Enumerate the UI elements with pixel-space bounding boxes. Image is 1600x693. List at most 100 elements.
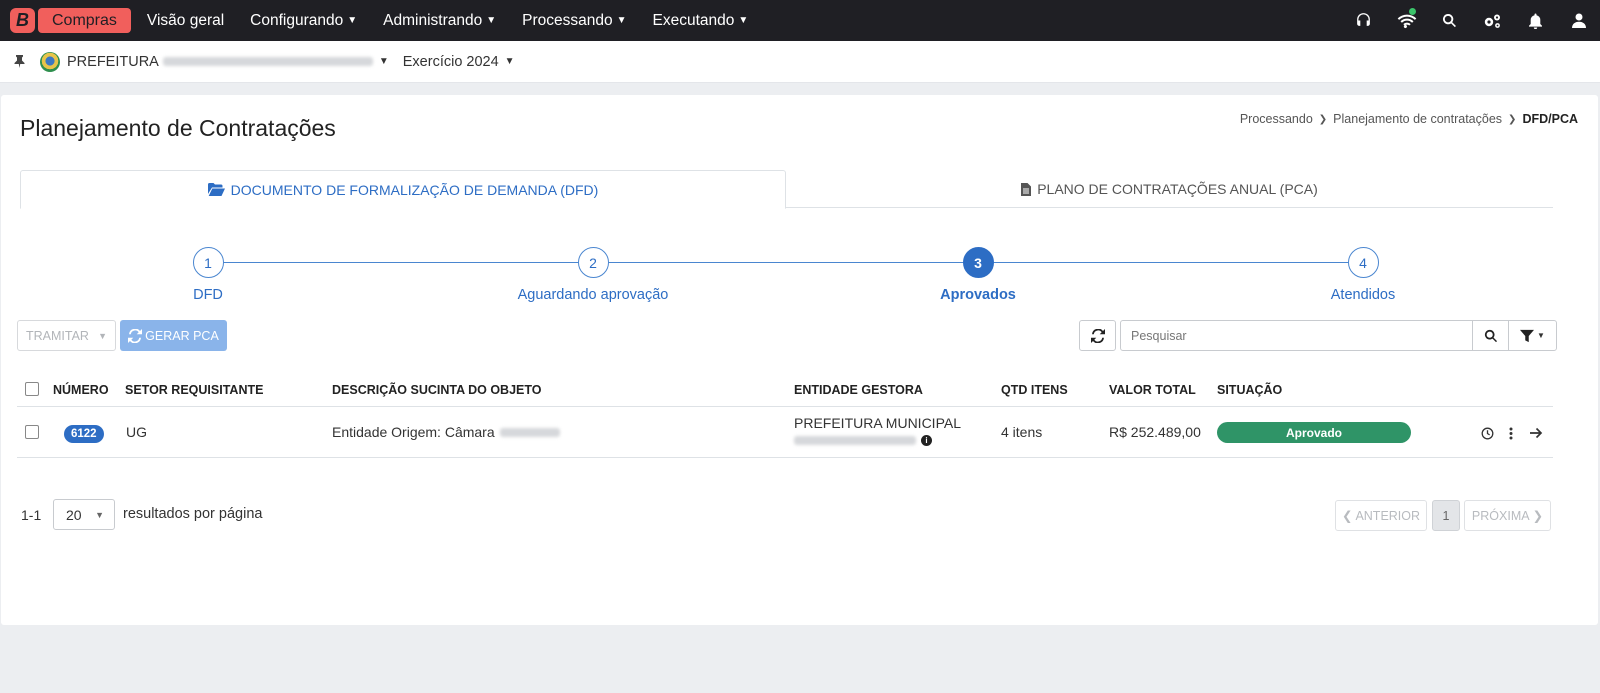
previous-page-button[interactable]: ❮ ANTERIOR xyxy=(1335,500,1427,531)
menu-executando[interactable]: Executando ▼ xyxy=(653,12,749,30)
table-row[interactable]: 6122 UG Entidade Origem: Câmara PREFEITU… xyxy=(17,407,1553,458)
search-icon xyxy=(1484,329,1497,342)
qtd-itens-cell: 4 itens xyxy=(1001,424,1043,440)
pin-icon[interactable] xyxy=(14,55,28,68)
topbar-actions xyxy=(1342,0,1600,41)
breadcrumb-current: DFD/PCA xyxy=(1522,112,1578,126)
user-icon[interactable] xyxy=(1557,0,1600,41)
tabs: DOCUMENTO DE FORMALIZAÇÃO DE DEMANDA (DF… xyxy=(20,170,1553,209)
header-valor-total[interactable]: VALOR TOTAL xyxy=(1109,383,1196,397)
step-number: 1 xyxy=(192,247,224,278)
entidade-text: PREFEITURA MUNICIPAL xyxy=(794,415,961,431)
header-qtd-itens[interactable]: QTD ITENS xyxy=(1001,383,1068,397)
chevron-right-icon: ❯ xyxy=(1508,113,1517,125)
header-numero[interactable]: NÚMERO xyxy=(53,383,109,397)
step-aguardando-aprovacao[interactable]: 2 Aguardando aprovação xyxy=(493,247,693,303)
filter-dropdown[interactable]: ▼ xyxy=(1508,321,1556,350)
history-icon[interactable] xyxy=(1479,425,1495,441)
tramitar-label: TRAMITAR xyxy=(26,328,89,343)
search-group: ▼ xyxy=(1120,320,1557,351)
valor-total-cell: R$ 252.489,00 xyxy=(1109,424,1201,440)
year-selector[interactable]: Exercício 2024 ▼ xyxy=(403,54,515,70)
next-page-button[interactable]: PRÓXIMA ❯ xyxy=(1464,500,1551,531)
numero-badge[interactable]: 6122 xyxy=(64,425,104,443)
main-card: Planejamento de Contratações Processando… xyxy=(1,95,1598,625)
entity-selector[interactable]: PREFEITURA ▼ xyxy=(67,54,389,70)
redacted-text xyxy=(499,427,560,437)
tab-pca[interactable]: PLANO DE CONTRATAÇÕES ANUAL (PCA) xyxy=(786,170,1553,208)
brand-letter: B xyxy=(10,8,35,33)
refresh-icon xyxy=(1090,328,1105,343)
gerar-pca-button[interactable]: GERAR PCA xyxy=(120,320,227,351)
brand-name: Compras xyxy=(38,8,131,33)
menu-administrando[interactable]: Administrando ▼ xyxy=(383,12,496,30)
context-bar: PREFEITURA ▼ Exercício 2024 ▼ xyxy=(0,41,1600,83)
row-checkbox[interactable] xyxy=(25,425,39,439)
online-status-dot xyxy=(1409,8,1416,15)
wifi-icon[interactable] xyxy=(1385,0,1428,41)
filter-icon xyxy=(1520,329,1535,342)
search-icon[interactable] xyxy=(1428,0,1471,41)
descricao-text: Entidade Origem: Câmara xyxy=(332,424,495,440)
menu-label: Administrando xyxy=(383,11,483,29)
more-vertical-icon[interactable] xyxy=(1503,425,1519,441)
search-button[interactable] xyxy=(1472,321,1508,350)
page-title: Planejamento de Contratações xyxy=(20,115,336,141)
select-all-checkbox[interactable] xyxy=(25,382,39,396)
chevron-down-icon: ▼ xyxy=(1537,331,1545,340)
menu-processando[interactable]: Processando ▼ xyxy=(522,12,626,30)
folder-open-icon xyxy=(207,183,225,196)
setor-cell: UG xyxy=(126,424,147,440)
breadcrumb-item[interactable]: Planejamento de contratações xyxy=(1333,112,1502,126)
search-input[interactable] xyxy=(1121,321,1472,350)
header-situacao[interactable]: SITUAÇÃO xyxy=(1217,383,1282,397)
step-dfd[interactable]: 1 DFD xyxy=(108,247,308,303)
per-page-select[interactable]: 20 ▼ xyxy=(53,499,115,530)
chevron-left-icon: ❮ xyxy=(1341,509,1353,523)
breadcrumb-item[interactable]: Processando xyxy=(1240,112,1313,126)
tab-dfd[interactable]: DOCUMENTO DE FORMALIZAÇÃO DE DEMANDA (DF… xyxy=(20,170,786,209)
step-number: 4 xyxy=(1347,247,1379,278)
header-descricao[interactable]: DESCRIÇÃO SUCINTA DO OBJETO xyxy=(332,383,542,397)
file-text-icon xyxy=(1021,182,1032,196)
step-atendidos[interactable]: 4 Atendidos xyxy=(1263,247,1463,303)
header-entidade-gestora[interactable]: ENTIDADE GESTORA xyxy=(794,383,923,397)
cogs-icon[interactable] xyxy=(1471,0,1514,41)
per-page-value: 20 xyxy=(66,506,82,523)
previous-label: ANTERIOR xyxy=(1355,508,1421,523)
redacted-entity-name xyxy=(162,57,373,66)
step-aprovados[interactable]: 3 Aprovados xyxy=(878,247,1078,303)
entity-name: PREFEITURA xyxy=(67,53,159,70)
bell-icon[interactable] xyxy=(1514,0,1557,41)
breadcrumb: Processando ❯ Planejamento de contrataçõ… xyxy=(1240,112,1578,126)
results-range: 1-1 xyxy=(21,507,42,523)
headset-icon[interactable] xyxy=(1342,0,1385,41)
next-label: PRÓXIMA xyxy=(1471,508,1530,523)
dfd-table: NÚMERO SETOR REQUISITANTE DESCRIÇÃO SUCI… xyxy=(17,373,1553,458)
entidade-cell: PREFEITURA MUNICIPAL i xyxy=(794,415,961,446)
menu-configurando[interactable]: Configurando ▼ xyxy=(250,12,357,30)
header-setor-requisitante[interactable]: SETOR REQUISITANTE xyxy=(125,383,263,397)
chevron-down-icon: ▼ xyxy=(504,56,515,67)
chevron-down-icon: ▼ xyxy=(616,15,627,26)
menu-label: Configurando xyxy=(250,11,344,29)
menu-visao-geral[interactable]: Visão geral xyxy=(147,12,224,30)
brand-logo[interactable]: B Compras xyxy=(10,8,131,33)
workflow-stepper: 1 DFD 2 Aguardando aprovação 3 Aprovados… xyxy=(1,245,1598,305)
info-icon[interactable]: i xyxy=(921,435,932,446)
step-label: Aprovados xyxy=(940,287,1016,303)
page-number-button[interactable]: 1 xyxy=(1432,500,1460,531)
refresh-button[interactable] xyxy=(1079,320,1116,351)
chevron-right-icon: ❯ xyxy=(1318,113,1328,125)
coat-of-arms-icon xyxy=(40,51,60,72)
chevron-down-icon: ▼ xyxy=(378,56,389,67)
main-menu: Visão geral Configurando ▼ Administrando… xyxy=(147,12,774,30)
step-number: 3 xyxy=(962,247,994,278)
chevron-down-icon: ▼ xyxy=(98,330,107,341)
arrow-right-icon[interactable] xyxy=(1528,425,1544,441)
year-label: Exercício 2024 xyxy=(402,53,499,70)
tramitar-dropdown[interactable]: TRAMITAR ▼ xyxy=(17,320,116,351)
top-navbar: B Compras Visão geral Configurando ▼ Adm… xyxy=(0,0,1600,41)
redacted-text xyxy=(794,436,916,445)
tab-label: DOCUMENTO DE FORMALIZAÇÃO DE DEMANDA (DF… xyxy=(230,181,599,198)
